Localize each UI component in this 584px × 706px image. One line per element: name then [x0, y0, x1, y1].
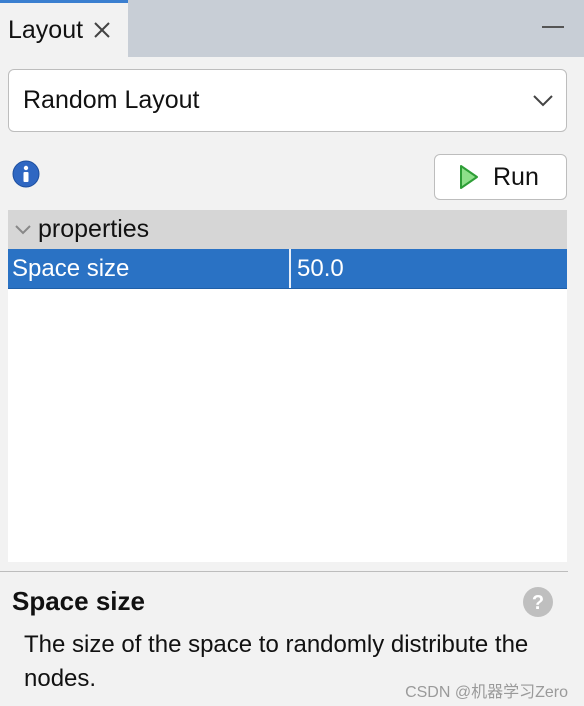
tab-title: Layout [8, 15, 84, 44]
help-icon[interactable]: ? [522, 586, 554, 618]
layout-select-value: Random Layout [23, 86, 200, 114]
info-icon[interactable] [12, 160, 40, 188]
properties-group-header[interactable]: properties [8, 210, 567, 249]
svg-text:?: ? [532, 592, 544, 614]
watermark: CSDN @机器学习Zero [405, 684, 568, 701]
close-icon[interactable] [93, 21, 111, 39]
run-button[interactable]: Run [434, 154, 567, 200]
table-row[interactable]: Space size 50.0 [8, 249, 567, 289]
chevron-down-icon[interactable] [14, 224, 32, 236]
tab-bar: Layout [0, 0, 584, 57]
layout-algorithm-dropdown[interactable]: Random Layout [8, 69, 567, 132]
property-value[interactable]: 50.0 [291, 249, 567, 288]
description-title: Space size [12, 586, 145, 616]
properties-table: properties Space size 50.0 [8, 210, 567, 562]
play-icon [459, 164, 479, 190]
divider [0, 571, 568, 572]
chevron-down-icon [532, 94, 554, 108]
minimize-icon[interactable] [542, 26, 564, 28]
property-name: Space size [8, 249, 291, 288]
tab-layout[interactable]: Layout [0, 0, 128, 57]
properties-group-label: properties [38, 215, 150, 243]
run-label: Run [493, 162, 539, 191]
panel-edge [568, 57, 584, 706]
